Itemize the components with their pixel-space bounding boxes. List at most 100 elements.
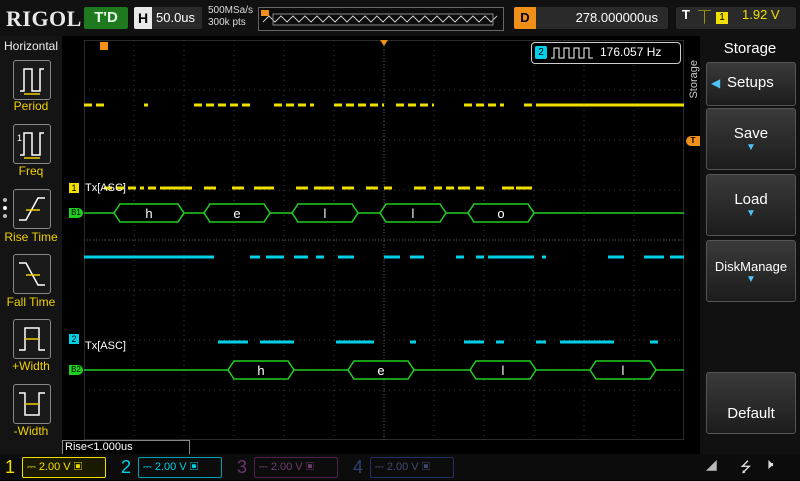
default-button[interactable]: Default (706, 372, 796, 434)
chevron-down-icon: ▼ (746, 142, 756, 153)
save-label: Save (733, 125, 769, 142)
menu-title: Horizontal (3, 39, 59, 53)
storage-title: Storage (723, 40, 777, 57)
memory-start-marker-icon (100, 42, 108, 50)
channel-2-scale-box: ⎓ 2.00 V ▣ (138, 457, 222, 478)
channel-4-scale: 2.00 V (386, 461, 419, 473)
fall-time-label: Fall Time (6, 295, 56, 309)
waveform-display[interactable]: h e l l o h e l l (84, 40, 684, 440)
negative-pulse-icon (19, 392, 45, 416)
trigger-label: T (682, 7, 690, 22)
rise-time-readout: Rise<1.000us (62, 440, 190, 455)
bus-2-marker[interactable]: B2 (69, 365, 83, 375)
channel-4-status[interactable]: 4 ⎓ 2.00 V ▣ (348, 455, 454, 479)
fall-time-button[interactable] (13, 254, 51, 294)
memory-depth: 300k pts (208, 17, 246, 28)
channel-4-number: 4 (353, 457, 364, 477)
brand-logo: RIGOL (6, 6, 82, 31)
bandwidth-icon: ▣ (189, 461, 199, 473)
frequency-value: 176.057 Hz (600, 45, 662, 59)
channel-1-number: 1 (5, 457, 16, 477)
freq-button[interactable]: 1 (13, 124, 51, 164)
dc-coupling-icon: ⎓ (375, 461, 384, 473)
trigger-level-marker[interactable]: T (686, 136, 700, 146)
svg-text:1: 1 (17, 133, 22, 143)
channel-2-status[interactable]: 2 ⎓ 2.00 V ▣ (116, 455, 222, 479)
bandwidth-icon: ▣ (421, 461, 431, 473)
negative-width-label: -Width (13, 424, 49, 438)
channel-3-scale-box: ⎓ 2.00 V ▣ (254, 457, 338, 478)
save-button[interactable]: Save ▼ (706, 108, 796, 170)
trigger-level: 1.92 V (742, 7, 780, 22)
decoded-char: h (145, 206, 152, 221)
period-button[interactable] (13, 60, 51, 100)
decoded-char: e (233, 206, 240, 221)
rising-edge-icon: ⏉ (698, 10, 712, 25)
channel-2-marker[interactable]: 2 (69, 334, 79, 344)
disk-manage-label: DiskManage (714, 259, 788, 274)
bus-2-tag: Tx[ASC] (85, 340, 126, 352)
rise-time-label: Rise Time (4, 230, 58, 244)
channel-3-status[interactable]: 3 ⎓ 2.00 V ▣ (232, 455, 338, 479)
decoded-char: l (502, 363, 505, 378)
channel-2-scale: 2.00 V (154, 461, 187, 473)
load-button[interactable]: Load ▼ (706, 174, 796, 236)
storage-side-label: Storage (688, 60, 700, 99)
page-dot-active (3, 206, 7, 210)
channel-4-scale-box: ⎓ 2.00 V ▣ (370, 457, 454, 478)
sample-rate: 500MSa/s (208, 5, 254, 16)
frequency-readout: 2 176.057 Hz (531, 42, 681, 64)
trigger-status-badge[interactable]: T'D (84, 7, 128, 29)
decoded-char: e (377, 363, 384, 378)
channel-1-marker[interactable]: 1 (69, 183, 79, 193)
fall-edge-icon (19, 262, 45, 286)
delay-value: 278.000000us (575, 10, 658, 25)
timebase-value: 50.0us (156, 10, 196, 25)
rise-time-button[interactable] (13, 189, 51, 229)
channel-3-scale: 2.00 V (270, 461, 303, 473)
menu-toggle-icon[interactable]: ◢ (706, 456, 736, 476)
delay-display[interactable]: D 278.000000us (514, 7, 668, 29)
chevron-down-icon: ▼ (746, 208, 756, 219)
positive-width-button[interactable] (13, 319, 51, 359)
default-label: Default (727, 405, 775, 422)
dc-coupling-icon: ⎓ (143, 461, 152, 473)
speaker-muted-icon[interactable]: 🕨 (764, 456, 773, 473)
decoded-char: l (324, 206, 327, 221)
horizontal-label: H (134, 7, 152, 29)
usb-icon: ⭍ (740, 459, 752, 475)
channel-1-status[interactable]: 1 ⎓ 2.00 V ▣ (0, 455, 106, 479)
trigger-display[interactable]: T ⏉ 1 1.92 V (676, 7, 796, 29)
channel-1-scale: 2.00 V (38, 461, 71, 473)
acquisition-info: 500MSa/s 300k pts (208, 5, 253, 29)
memory-overview (258, 7, 504, 31)
load-label: Load (734, 191, 768, 208)
freq-icon: 1 (17, 132, 44, 159)
timebase-display[interactable]: H 50.0us (134, 7, 202, 29)
setups-label: Setups (727, 74, 774, 91)
negative-width-button[interactable] (13, 384, 51, 424)
channel-2-number: 2 (121, 457, 132, 477)
period-icon (20, 68, 44, 95)
delay-label: D (514, 7, 536, 29)
square-wave-icon (551, 47, 593, 59)
dc-coupling-icon: ⎓ (27, 461, 36, 473)
decoded-char: l (622, 363, 625, 378)
bus-1-marker[interactable]: B1 (69, 208, 83, 218)
disk-manage-button[interactable]: DiskManage ▼ (706, 240, 796, 302)
positive-width-label: +Width (12, 359, 50, 373)
setups-button[interactable]: ◀ Setups (706, 62, 796, 106)
channel-1-scale-box: ⎓ 2.00 V ▣ (22, 457, 106, 478)
page-dot (3, 198, 7, 202)
decoded-char: h (257, 363, 264, 378)
channel-3-number: 3 (237, 457, 248, 477)
decoded-char: l (412, 206, 415, 221)
chevron-down-icon: ▼ (746, 274, 756, 285)
positive-pulse-icon (19, 327, 45, 351)
decoded-char: o (497, 206, 504, 221)
frequency-channel: 2 (535, 46, 547, 59)
bandwidth-icon: ▣ (73, 461, 83, 473)
freq-label: Freq (18, 164, 44, 178)
memory-waveform-thumbnail (261, 10, 498, 26)
trigger-source: 1 (716, 12, 728, 24)
